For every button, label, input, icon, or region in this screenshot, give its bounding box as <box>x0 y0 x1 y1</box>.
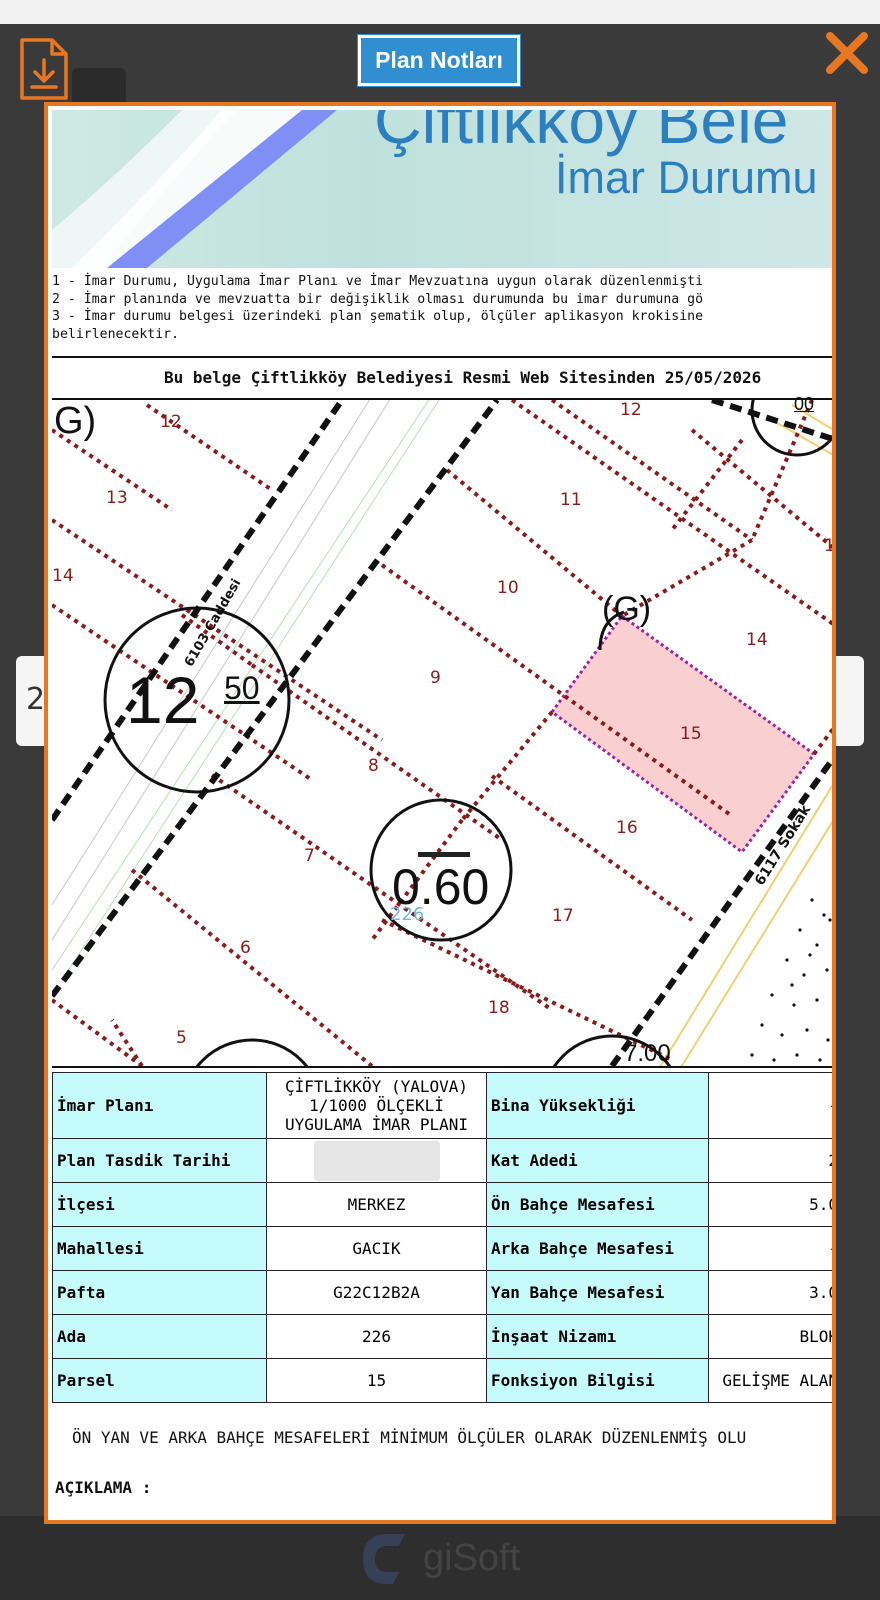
note-line: belirlenecektir. <box>52 326 180 342</box>
download-button[interactable] <box>16 36 70 102</box>
parcel-number-highlighted: 15 <box>680 724 702 744</box>
parcel-number: 11 <box>560 490 582 510</box>
table-row: İlçesi MERKEZ Ön Bahçe Mesafesi 5.0 <box>52 1182 832 1227</box>
value-cell: GACIK <box>266 1226 487 1271</box>
density-bar <box>418 852 470 857</box>
parcel-number: 14 <box>52 566 74 586</box>
parcel-number: 1 <box>824 536 835 556</box>
value-cell: BLOK <box>708 1314 832 1359</box>
table-row: Parsel 15 Fonksiyon Bilgisi GELİŞME ALAN <box>52 1358 832 1403</box>
header-title: Çiftlikköy Bele <box>374 110 789 157</box>
value-cell: 15 <box>266 1358 487 1403</box>
plan-notes-list: 1 - İmar Durumu, Uygulama İmar Planı ve … <box>52 273 832 343</box>
parcel-number: 9 <box>430 668 441 688</box>
block-number: 226 <box>390 904 425 925</box>
label-cell: Bina Yüksekliği <box>486 1072 709 1139</box>
label-cell: Parsel <box>52 1358 267 1403</box>
height-label-top: 00 <box>794 394 815 414</box>
plan-notes-title-button[interactable]: Plan Notları <box>357 34 521 87</box>
zoning-info-table: İmar Planı ÇİFTLİKKÖY (YALOVA) 1/1000 ÖL… <box>52 1072 832 1403</box>
document-viewer[interactable]: Çiftlikköy Bele İmar Durumu 1 - İmar Dur… <box>44 102 836 1524</box>
label-cell: Arka Bahçe Mesafesi <box>486 1226 709 1271</box>
label-cell: Ön Bahçe Mesafesi <box>486 1182 709 1227</box>
note-line: 2 - İmar planında ve mevzuatta bir değiş… <box>52 291 704 307</box>
value-cell: 5.0 <box>708 1182 832 1227</box>
value-cell: - <box>708 1226 832 1271</box>
table-row: Mahallesi GACIK Arka Bahçe Mesafesi - <box>52 1226 832 1271</box>
close-icon <box>826 32 868 74</box>
value-cell-redacted <box>266 1138 487 1183</box>
table-row: Plan Tasdik Tarihi Kat Adedi 2 <box>52 1138 832 1183</box>
label-cell: İlçesi <box>52 1182 267 1227</box>
label-cell: İmar Planı <box>52 1072 267 1139</box>
value-cell: MERKEZ <box>266 1182 487 1227</box>
zone-label: (G) <box>602 590 652 628</box>
parcel-number: 13 <box>106 488 128 508</box>
parcel-number: 8 <box>368 756 379 776</box>
label-cell: Mahallesi <box>52 1226 267 1271</box>
zoning-map[interactable]: 12 13 14 11 10 9 8 7 6 5 15 16 17 18 12 … <box>52 394 835 1067</box>
label-cell: Yan Bahçe Mesafesi <box>486 1270 709 1315</box>
close-button[interactable] <box>824 30 870 76</box>
height-label-decimal: 50 <box>224 670 260 706</box>
background-card-text: 2 <box>26 682 46 717</box>
value-cell: 2 <box>708 1138 832 1183</box>
download-icon <box>20 38 68 100</box>
label-cell: Fonksiyon Bilgisi <box>486 1358 709 1403</box>
parcel-number: 10 <box>497 578 519 598</box>
label-cell: Ada <box>52 1314 267 1359</box>
label-cell: Pafta <box>52 1270 267 1315</box>
value-cell: G22C12B2A <box>266 1270 487 1315</box>
parcel-number: 14 <box>746 630 768 650</box>
label-cell: Plan Tasdik Tarihi <box>52 1138 267 1183</box>
setback-footnote: ÖN YAN VE ARKA BAHÇE MESAFELERİ MİNİMUM … <box>72 1428 747 1447</box>
parcel-number: 12 <box>160 412 182 432</box>
parcel-number: 7 <box>304 846 315 866</box>
note-line: 3 - İmar durumu belgesi üzerindeki plan … <box>52 309 704 324</box>
table-row: Pafta G22C12B2A Yan Bahçe Mesafesi 3.0 <box>52 1270 832 1315</box>
parcel-number: 16 <box>616 818 638 838</box>
value-cell: 3.0 <box>708 1270 832 1315</box>
divider <box>52 356 832 358</box>
note-line: 1 - İmar Durumu, Uygulama İmar Planı ve … <box>52 274 704 289</box>
watermark-text: giSoft <box>423 1536 521 1579</box>
explanation-label: AÇIKLAMA : <box>55 1478 152 1497</box>
parcel-number: 17 <box>552 906 574 926</box>
value-cell: 226 <box>266 1314 487 1359</box>
label-cell: İnşaat Nizamı <box>486 1314 709 1359</box>
height-label: 12 <box>126 663 200 737</box>
value-cell: GELİŞME ALAN <box>708 1358 832 1403</box>
gisoft-logo-icon <box>363 1534 405 1584</box>
watermark-logo: giSoft <box>355 1528 535 1588</box>
status-strip <box>0 0 880 24</box>
table-row: Ada 226 İnşaat Nizamı BLOK <box>52 1314 832 1359</box>
value-cell: - <box>708 1072 832 1139</box>
table-row: İmar Planı ÇİFTLİKKÖY (YALOVA) 1/1000 ÖL… <box>52 1072 832 1139</box>
source-stamp: Bu belge Çiftlikköy Belediyesi Resmi Web… <box>164 368 762 387</box>
zone-label-corner: G) <box>54 400 97 442</box>
municipality-header-banner: Çiftlikköy Bele İmar Durumu <box>52 110 832 268</box>
value-cell: ÇİFTLİKKÖY (YALOVA) 1/1000 ÖLÇEKLİ UYGUL… <box>266 1072 487 1139</box>
redacted-value <box>313 1140 440 1181</box>
parcel-number: 5 <box>176 1028 187 1048</box>
parcel-number: 18 <box>488 998 510 1018</box>
label-cell: Kat Adedi <box>486 1138 709 1183</box>
parcel-number: 6 <box>240 938 251 958</box>
header-subtitle: İmar Durumu <box>555 152 818 203</box>
parcel-number: 12 <box>620 400 642 420</box>
height-label-corner: 7.00 <box>624 1040 671 1067</box>
document-page: Çiftlikköy Bele İmar Durumu 1 - İmar Dur… <box>52 110 835 1520</box>
divider <box>52 1066 832 1068</box>
